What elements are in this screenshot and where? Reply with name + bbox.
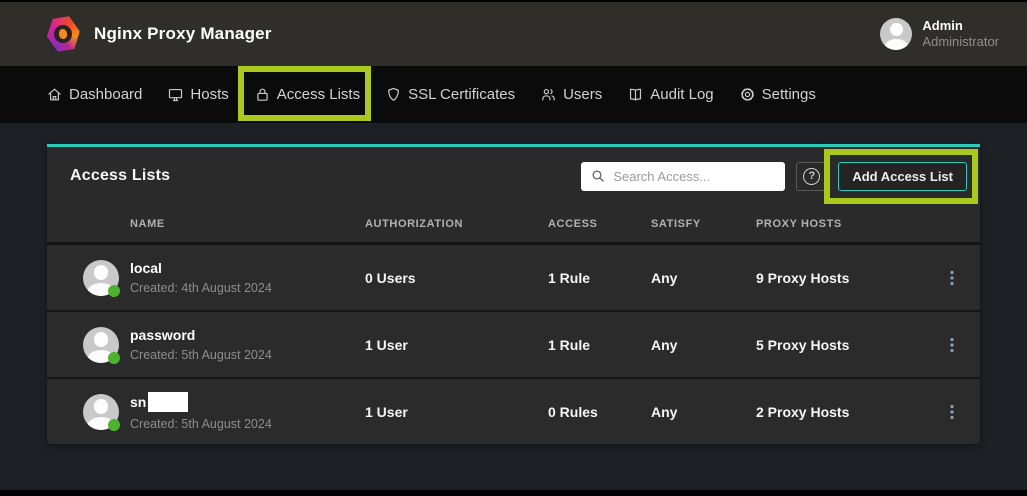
row-avatar	[83, 327, 119, 363]
search-icon	[590, 168, 606, 189]
home-icon	[46, 86, 63, 103]
help-button[interactable]: ?	[796, 162, 827, 191]
satisfy-value: Any	[651, 270, 756, 286]
name-cell: sn Created: 5th August 2024	[130, 393, 365, 431]
nav-item-label: Audit Log	[650, 86, 713, 103]
authorization-value: 1 User	[365, 337, 548, 353]
row-menu-button[interactable]	[924, 269, 980, 287]
main-nav: Dashboard Hosts Access Lists SSL Certifi…	[0, 66, 1027, 123]
status-dot	[108, 285, 120, 297]
access-value: 0 Rules	[548, 404, 651, 420]
panel-title: Access Lists	[70, 167, 170, 185]
proxy-hosts-value: 9 Proxy Hosts	[756, 270, 924, 286]
name-cell: local Created: 4th August 2024	[130, 260, 365, 295]
kebab-menu-icon	[944, 269, 960, 287]
nav-item-access-lists[interactable]: Access Lists	[254, 86, 360, 103]
user-avatar	[880, 18, 912, 50]
name-cell: password Created: 5th August 2024	[130, 327, 365, 362]
monitor-icon	[167, 86, 184, 103]
search-box	[581, 162, 785, 191]
kebab-menu-icon	[944, 336, 960, 354]
panel-header: Access Lists ? Add Access List	[47, 147, 980, 205]
row-menu-button[interactable]	[924, 336, 980, 354]
user-menu[interactable]: Admin Administrator	[880, 18, 999, 50]
access-list-name: local	[130, 260, 365, 277]
column-header-satisfy: SATISFY	[651, 218, 756, 230]
created-date: Created: 4th August 2024	[130, 281, 365, 295]
row-menu-button[interactable]	[924, 403, 980, 421]
lock-icon	[254, 86, 271, 103]
nginx-proxy-manager-logo-icon	[43, 14, 82, 55]
page-content: Access Lists ? Add Access List NAME AUTH…	[0, 123, 1027, 444]
user-info: Admin Administrator	[922, 18, 999, 50]
column-header-proxy-hosts: PROXY HOSTS	[756, 218, 924, 230]
nav-item-settings[interactable]: Settings	[739, 86, 816, 103]
table-row: local Created: 4th August 2024 0 Users 1…	[47, 245, 980, 310]
authorization-value: 0 Users	[365, 270, 548, 286]
nav-item-label: SSL Certificates	[408, 86, 515, 103]
gear-icon	[739, 86, 756, 103]
created-date: Created: 5th August 2024	[130, 417, 365, 431]
column-header-authorization: AUTHORIZATION	[365, 218, 548, 230]
nav-item-hosts[interactable]: Hosts	[167, 86, 228, 103]
brand: Nginx Proxy Manager	[46, 16, 272, 52]
add-access-list-button[interactable]: Add Access List	[838, 162, 967, 191]
table-header: NAME AUTHORIZATION ACCESS SATISFY PROXY …	[47, 205, 980, 245]
column-header-name: NAME	[130, 218, 365, 230]
nav-item-audit-log[interactable]: Audit Log	[627, 86, 713, 103]
table-row: sn Created: 5th August 2024 1 User 0 Rul…	[47, 379, 980, 444]
access-lists-panel: Access Lists ? Add Access List NAME AUTH…	[47, 144, 980, 444]
satisfy-value: Any	[651, 337, 756, 353]
access-list-name: password	[130, 327, 365, 344]
help-circle-icon: ?	[803, 168, 820, 185]
book-icon	[627, 86, 644, 103]
access-list-name: sn	[130, 393, 365, 413]
app-header: Nginx Proxy Manager Admin Administrator	[0, 2, 1027, 66]
kebab-menu-icon	[944, 403, 960, 421]
nav-item-label: Users	[563, 86, 602, 103]
satisfy-value: Any	[651, 404, 756, 420]
user-name: Admin	[922, 18, 999, 34]
access-value: 1 Rule	[548, 337, 651, 353]
nav-item-users[interactable]: Users	[540, 86, 602, 103]
row-avatar	[83, 394, 119, 430]
nav-item-label: Settings	[762, 86, 816, 103]
redaction-box	[148, 392, 188, 412]
proxy-hosts-value: 5 Proxy Hosts	[756, 337, 924, 353]
access-value: 1 Rule	[548, 270, 651, 286]
nav-item-ssl-certificates[interactable]: SSL Certificates	[385, 86, 515, 103]
nav-item-label: Access Lists	[277, 86, 360, 103]
authorization-value: 1 User	[365, 404, 548, 420]
status-dot	[108, 419, 120, 431]
user-role: Administrator	[922, 34, 999, 50]
status-dot	[108, 352, 120, 364]
row-avatar	[83, 260, 119, 296]
add-access-list-wrap: Add Access List	[838, 162, 967, 191]
nav-item-dashboard[interactable]: Dashboard	[46, 86, 142, 103]
created-date: Created: 5th August 2024	[130, 348, 365, 362]
search-input[interactable]	[581, 162, 785, 191]
proxy-hosts-value: 2 Proxy Hosts	[756, 404, 924, 420]
shield-icon	[385, 86, 402, 103]
table-row: password Created: 5th August 2024 1 User…	[47, 312, 980, 377]
app-title: Nginx Proxy Manager	[94, 24, 272, 44]
nav-item-label: Dashboard	[69, 86, 142, 103]
nav-item-label: Hosts	[190, 86, 228, 103]
table-body: local Created: 4th August 2024 0 Users 1…	[47, 245, 980, 444]
users-icon	[540, 86, 557, 103]
column-header-access: ACCESS	[548, 218, 651, 230]
bottom-border-strip	[0, 490, 1027, 496]
